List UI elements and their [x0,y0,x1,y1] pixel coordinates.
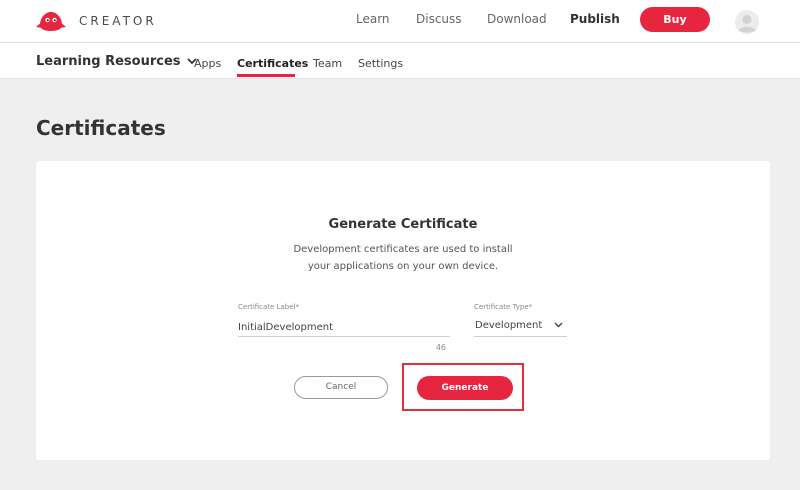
tab-certificates[interactable]: Certificates [237,57,308,70]
form-description-line-1: Development certificates are used to ins… [293,244,513,255]
character-counter: 46 [435,343,446,352]
active-tab-indicator [237,74,295,77]
nav-link-learn[interactable]: Learn [356,12,390,26]
form-description: Development certificates are used to ins… [253,241,553,275]
tab-apps[interactable]: Apps [194,57,221,70]
certificate-label-input[interactable] [238,318,450,337]
certificate-type-select[interactable]: Development [474,316,567,337]
organization-selector[interactable]: Learning Resources [36,54,197,69]
form-title: Generate Certificate [328,217,478,232]
red-bird-logo-icon[interactable] [36,10,66,32]
buy-button[interactable]: Buy [640,7,710,32]
certificate-label-field-label: Certificate Label* [238,303,299,311]
sub-navigation-bar: Learning Resources Apps Certificates Tea… [0,43,800,79]
generate-certificate-card: Generate Certificate Development certifi… [36,161,770,460]
nav-link-discuss[interactable]: Discuss [416,12,462,26]
page-title: Certificates [36,116,166,140]
nav-link-download[interactable]: Download [487,12,547,26]
top-navigation-bar: CREATOR Learn Discuss Download Publish B… [0,0,800,43]
form-description-line-2: your applications on your own device. [307,261,499,272]
tab-settings[interactable]: Settings [358,57,403,70]
generate-button[interactable]: Generate [417,376,513,400]
user-avatar-icon[interactable] [735,10,759,34]
certificate-type-field-label: Certificate Type* [474,303,533,311]
cancel-button[interactable]: Cancel [294,376,388,399]
certificate-type-value: Development [475,320,543,331]
tab-team[interactable]: Team [313,57,342,70]
chevron-down-icon [554,322,563,328]
organization-name: Learning Resources [36,54,181,69]
brand-name[interactable]: CREATOR [79,14,157,28]
nav-link-publish[interactable]: Publish [570,12,620,26]
